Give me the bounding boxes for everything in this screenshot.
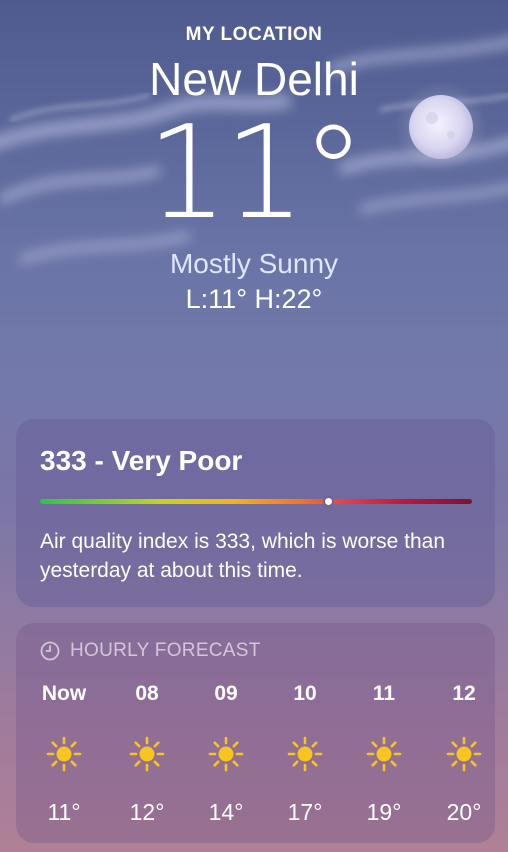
aqi-scale-bar — [40, 496, 472, 507]
sun-icon — [349, 735, 419, 773]
hour-item: 11 19° — [349, 679, 419, 827]
hour-item: 10 17° — [270, 679, 340, 827]
hour-time: 11 — [372, 682, 396, 705]
hour-time: 09 — [214, 682, 238, 705]
sun-icon — [29, 735, 99, 773]
aqi-description: Air quality index is 333, which is worse… — [40, 530, 446, 582]
sun-icon — [191, 735, 261, 773]
current-temperature: 11° — [146, 99, 366, 248]
hourly-forecast-title: HOURLY FORECAST — [70, 640, 261, 661]
hour-temperature: 12° — [129, 799, 165, 825]
hourly-forecast-card[interactable]: HOURLY FORECAST Now 11° 08 12° 09 14° 10… — [16, 623, 495, 843]
hour-temperature: 20° — [446, 799, 482, 825]
hour-temperature: 17° — [287, 799, 323, 825]
hour-temperature: 14° — [208, 799, 244, 825]
hour-temperature: 11° — [47, 799, 81, 825]
sun-icon — [429, 735, 499, 773]
hour-item: Now 11° — [29, 679, 99, 827]
weather-condition: Mostly Sunny — [169, 248, 339, 279]
hour-item: 09 14° — [191, 679, 261, 827]
hourly-forecast-header: HOURLY FORECAST — [40, 640, 261, 662]
clock-icon — [40, 641, 60, 661]
low-high-temperature: L:11° H:22° — [185, 284, 323, 314]
sun-icon — [112, 735, 182, 773]
hour-temperature: 19° — [366, 799, 402, 825]
hour-time: 08 — [135, 682, 159, 705]
sun-icon — [270, 735, 340, 773]
aqi-indicator-dot — [323, 496, 335, 507]
hour-time: 10 — [293, 682, 317, 705]
city-name: New Delhi — [149, 53, 359, 105]
hour-item: 08 12° — [112, 679, 182, 827]
air-quality-card[interactable]: 333 - Very Poor Air quality index is 333… — [16, 419, 495, 607]
location-label: MY LOCATION — [185, 24, 323, 45]
hour-time: 12 — [452, 682, 476, 705]
aqi-title: 333 - Very Poor — [40, 445, 243, 476]
hour-item: 12 20° — [429, 679, 499, 827]
hour-time: Now — [41, 682, 87, 705]
